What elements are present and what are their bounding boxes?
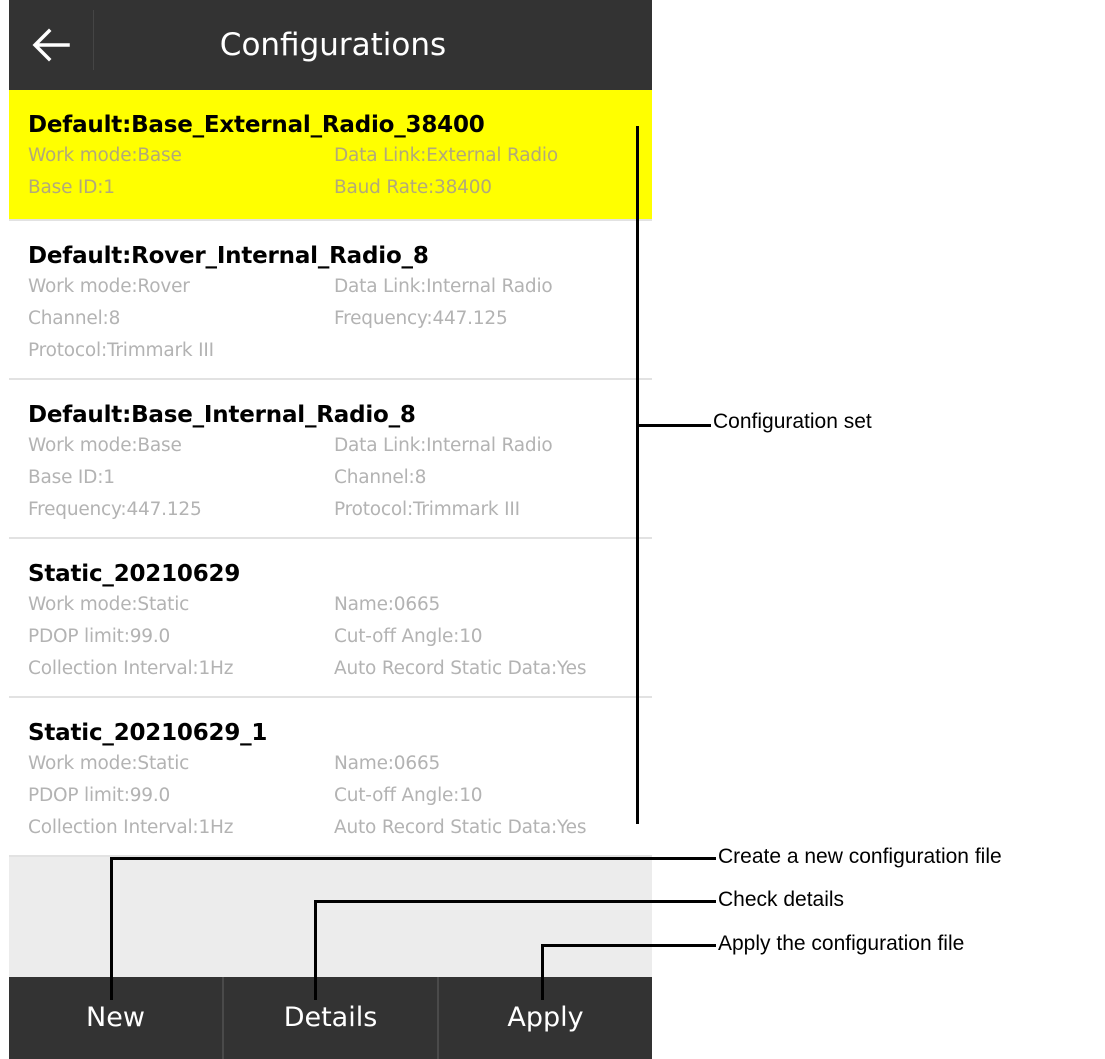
configuration-field: Work mode:Base xyxy=(28,435,182,456)
top-app-bar: Configurations xyxy=(9,0,652,90)
apply-leader-vertical xyxy=(541,944,544,1000)
configuration-field: Data Link:Internal Radio xyxy=(334,276,553,297)
page-title: Configurations xyxy=(219,27,447,63)
configuration-field: Data Link:Internal Radio xyxy=(334,435,553,456)
configuration-field: Channel:8 xyxy=(334,467,427,488)
configuration-name: Default:Base_Internal_Radio_8 xyxy=(28,402,416,428)
new-leader-horizontal xyxy=(110,857,716,860)
configuration-field: Collection Interval:1Hz xyxy=(28,817,234,838)
configuration-field: Name:0665 xyxy=(334,594,441,615)
configuration-name: Default:Base_External_Radio_38400 xyxy=(28,112,485,138)
details-annotation: Check details xyxy=(718,888,845,911)
apply-button[interactable]: Apply xyxy=(439,977,652,1059)
configuration-field: Baud Rate:38400 xyxy=(334,177,492,198)
bottom-action-bar: New Details Apply xyxy=(9,977,652,1059)
configuration-field: Cut-off Angle:10 xyxy=(334,785,483,806)
configuration-name: Static_20210629 xyxy=(28,561,241,587)
configuration-item[interactable]: Default:Base_Internal_Radio_8 Work mode:B… xyxy=(9,380,652,539)
configuration-field: PDOP limit:99.0 xyxy=(28,626,171,647)
configuration-field: Work mode:Static xyxy=(28,753,190,774)
configuration-field: Protocol:Trimmark III xyxy=(334,499,520,520)
configuration-field: Base ID:1 xyxy=(28,177,115,198)
apply-leader-horizontal xyxy=(541,944,716,947)
configuration-field: Cut-off Angle:10 xyxy=(334,626,483,647)
configuration-field: Work mode:Base xyxy=(28,145,182,166)
configuration-field: Work mode:Static xyxy=(28,594,190,615)
arrow-left-icon xyxy=(32,28,70,62)
configuration-field: Data Link:External Radio xyxy=(334,145,558,166)
configuration-set-leader xyxy=(639,424,711,427)
configuration-field: Name:0665 xyxy=(334,753,441,774)
configuration-name: Default:Rover_Internal_Radio_8 xyxy=(28,243,429,269)
configuration-field: Auto Record Static Data:Yes xyxy=(334,658,587,679)
new-leader-vertical xyxy=(110,857,113,1000)
configuration-field: Collection Interval:1Hz xyxy=(28,658,234,679)
configuration-set-annotation: Configuration set xyxy=(713,410,872,433)
new-button[interactable]: New xyxy=(9,977,222,1059)
configuration-name: Static_20210629_1 xyxy=(28,720,268,746)
configuration-field: Channel:8 xyxy=(28,308,121,329)
configuration-field: PDOP limit:99.0 xyxy=(28,785,171,806)
configuration-field: Auto Record Static Data:Yes xyxy=(334,817,587,838)
details-button[interactable]: Details xyxy=(224,977,437,1059)
configuration-item[interactable]: Static_20210629 Work mode:Static Name:0665… xyxy=(9,539,652,698)
back-button[interactable] xyxy=(9,0,93,90)
configuration-field: Frequency:447.125 xyxy=(28,499,202,520)
configuration-list[interactable]: Default:Base_External_Radio_38400 Work mo… xyxy=(9,90,652,857)
configuration-item[interactable]: Default:Base_External_Radio_38400 Work mo… xyxy=(9,90,652,221)
details-leader-horizontal xyxy=(314,900,716,903)
configuration-field: Base ID:1 xyxy=(28,467,115,488)
configuration-field: Protocol:Trimmark III xyxy=(28,340,214,361)
apply-annotation: Apply the configuration file xyxy=(718,932,965,955)
configuration-field: Frequency:447.125 xyxy=(334,308,508,329)
new-annotation: Create a new configuration file xyxy=(718,845,1002,868)
configuration-item[interactable]: Static_20210629_1 Work mode:Static Name:06… xyxy=(9,698,652,857)
configuration-set-bracket xyxy=(636,126,639,824)
details-leader-vertical xyxy=(314,900,317,1000)
configuration-item[interactable]: Default:Rover_Internal_Radio_8 Work mode:… xyxy=(9,221,652,380)
configuration-field: Work mode:Rover xyxy=(28,276,190,297)
